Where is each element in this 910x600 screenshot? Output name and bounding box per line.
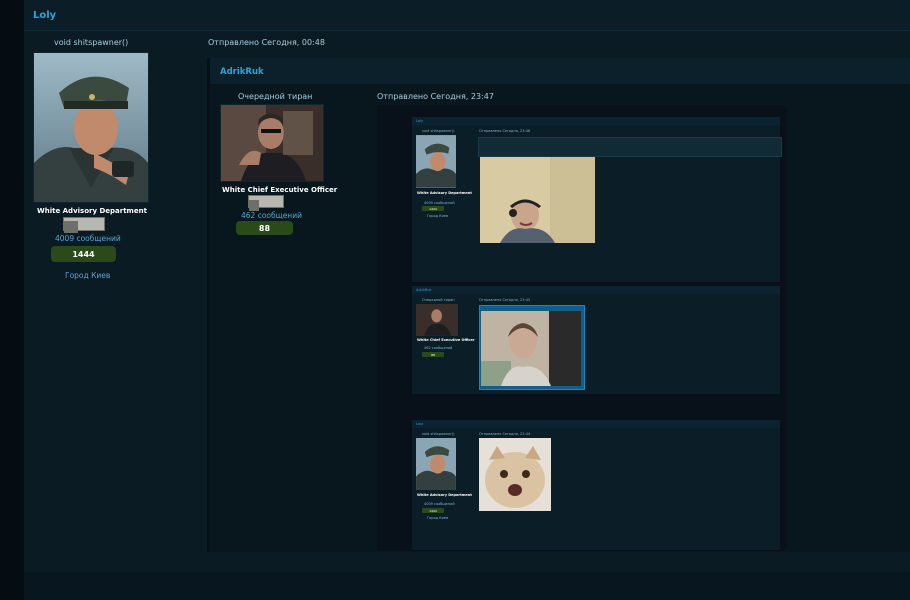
- quoted-post-header: [210, 58, 910, 84]
- nested-post-1-rep: 1444: [422, 206, 444, 211]
- quoted-post-date: Отправлено Сегодня, 23:47: [377, 92, 494, 101]
- nested-post-3-count: 4009 сообщений: [424, 502, 455, 506]
- nested-post-2-header: [412, 286, 780, 294]
- nested-post-1-count: 4009 сообщений: [424, 201, 455, 205]
- nested-post-3-city: Город Киев: [427, 516, 449, 520]
- nested-avatar-2-image: [416, 304, 458, 336]
- nested-post-3-avatar: [416, 438, 456, 490]
- nested-post-2-count: 462 сообщений: [424, 346, 453, 350]
- avatar[interactable]: [33, 52, 149, 203]
- quoted-message-count[interactable]: 462 сообщений: [241, 211, 302, 220]
- nested-post-2-rep: 88: [422, 352, 444, 357]
- quoted-user-title: Очередной тиран: [238, 92, 313, 101]
- reputation-button[interactable]: 1444: [51, 246, 116, 262]
- nested-post-3: [412, 420, 780, 550]
- nested-photo-3: [479, 438, 551, 511]
- nested-photo-1: [480, 157, 595, 243]
- post-footer: [24, 572, 910, 600]
- nested-post-1-date: Отправлено Сегодня, 23:46: [479, 129, 531, 133]
- nested-avatar-3-image: [416, 438, 456, 490]
- nested-post-3-header: [412, 420, 780, 428]
- nested-post-3-date: Отправлено Сегодня, 23:44: [479, 432, 531, 436]
- nested-post-3-author: Loly: [416, 422, 424, 426]
- photo-3-image: [479, 438, 551, 511]
- user-city: Город Киев: [65, 271, 111, 280]
- nested-post-2-author: AdrikRuk: [416, 288, 432, 292]
- nested-post-2-avatar: [416, 304, 458, 336]
- avatar-image: [34, 53, 148, 202]
- nested-post-3-rank: White Advisory Department: [417, 493, 472, 497]
- nested-post-1-rank: White Advisory Department: [417, 191, 472, 195]
- photo-1-image: [480, 157, 595, 243]
- nested-post-2-rank: White Chief Executive Officer: [417, 338, 475, 342]
- photo-2-image: [481, 311, 581, 386]
- nested-post-1-avatar: [416, 135, 456, 188]
- user-rank: White Advisory Department: [37, 207, 147, 215]
- quoted-rank-badge-icon: [248, 195, 284, 211]
- message-count[interactable]: 4009 сообщений: [55, 234, 121, 243]
- rank-badge-icon: [63, 217, 105, 233]
- nested-post-2-date: Отправлено Сегодня, 23:45: [479, 298, 531, 302]
- nested-post-2-user-title: Очередной тиран: [422, 298, 455, 302]
- nested-post-1-user-title: void shitspawner(): [422, 129, 455, 133]
- user-title: void shitspawner(): [54, 38, 129, 47]
- post-author-link[interactable]: Loly: [33, 10, 56, 21]
- nested-post-1-header: [412, 117, 780, 125]
- quoted-post-author[interactable]: AdrikRuk: [220, 67, 264, 77]
- quoted-avatar-image: [221, 105, 323, 181]
- quoted-reputation-button[interactable]: 88: [236, 221, 293, 235]
- quoted-avatar[interactable]: [220, 104, 324, 182]
- post-header: [24, 0, 910, 31]
- nested-post-3-rep: 1444: [422, 508, 444, 513]
- nested-post-1-quote-box: [478, 137, 782, 157]
- nested-post-3-user-title: void shitspawner(): [422, 432, 455, 436]
- post-date: Отправлено Сегодня, 00:48: [208, 38, 325, 47]
- nested-post-1-city: Город Киев: [427, 214, 449, 218]
- nested-photo-2: [481, 311, 581, 386]
- nested-avatar-1-image: [416, 135, 456, 188]
- nested-post-1-author: Loly: [416, 119, 424, 123]
- quoted-user-rank: White Chief Executive Officer: [222, 186, 338, 194]
- outer-frame: [0, 0, 24, 600]
